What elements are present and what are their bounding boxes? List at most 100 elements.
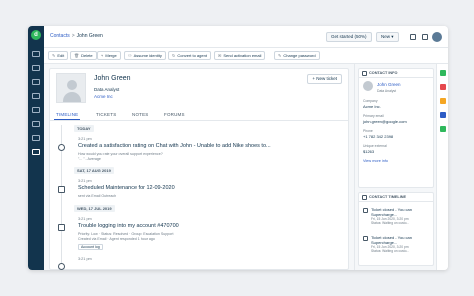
person-head-icon (67, 80, 77, 90)
day-label-today: TODAY (74, 125, 94, 132)
merge-button[interactable]: ⑂ Merge (97, 51, 121, 60)
tab-forums[interactable]: FORUMS (164, 112, 185, 117)
event-meta: Priority: Low · Status: Resolved · Group… (78, 232, 174, 236)
contact-timeline-header[interactable]: CONTACT TIMELINE (359, 193, 433, 202)
edit-icon: ✎ (52, 53, 56, 58)
convert-to-agent-button[interactable]: ↻ Convert to agent (168, 51, 211, 60)
event-meta-rating: "... " - Average (78, 157, 101, 161)
timeline-icon (362, 195, 367, 200)
ticket-closed-icon (363, 208, 368, 213)
tab-notes[interactable]: NOTES (132, 112, 149, 117)
main-panel: John Green Data Analyst Acme Inc + New t… (44, 64, 354, 270)
apps-strip (436, 64, 448, 270)
email-icon (58, 186, 65, 193)
trash-icon: 🗑 (74, 53, 80, 58)
top-bar: Contacts > John Green Get started (50%) Ne… (44, 26, 448, 48)
forums-nav-icon[interactable] (32, 107, 40, 113)
tab-tickets[interactable]: TICKETS (96, 112, 116, 117)
pencil-icon: ✎ (278, 53, 282, 58)
action-toolbar: ✎ Edit 🗑 Delete ⑂ Merge ⚇ Assume identity ↻ C… (44, 48, 448, 64)
day-label-jul: WED, 17 JUL 2019 (74, 205, 115, 212)
contact-company[interactable]: Acme Inc (94, 94, 113, 99)
contact-info-title: Data Analyst (377, 89, 397, 93)
event-meta: How would you rate your overall support … (78, 152, 163, 156)
new-button[interactable]: New ▾ (376, 32, 399, 42)
event-title[interactable]: Scheduled Maintenance for 12-09-2020 (78, 185, 175, 191)
nav-rail: d (28, 26, 44, 270)
event-time: 3:21 pm (78, 257, 92, 261)
dashboard-nav-icon[interactable] (32, 51, 40, 57)
diamond-app-icon[interactable] (440, 112, 446, 118)
rating-icon (58, 144, 65, 151)
field-label: Unique external (363, 144, 387, 148)
contact-tabs: TIMELINE TICKETS NOTES FORUMS (50, 109, 348, 121)
contact-info-name[interactable]: John Green (377, 82, 401, 87)
ticket-icon (58, 224, 65, 231)
mail-icon: ✉ (218, 53, 222, 58)
phone-app-icon[interactable] (440, 126, 446, 132)
event-meta-source: Created via Email · Agent responded 1 ho… (78, 237, 155, 241)
get-started-button[interactable]: Get started (50%) (326, 32, 372, 42)
solutions-nav-icon[interactable] (32, 93, 40, 99)
event-icon (58, 263, 65, 270)
contact-card-icon (362, 71, 367, 76)
convert-icon: ↻ (172, 53, 176, 58)
view-more-info-link[interactable]: View more info (363, 159, 388, 163)
chat-app-icon[interactable] (440, 98, 446, 104)
field-value: Acme Inc. (363, 104, 381, 109)
contact-info-header[interactable]: CONTACT INFO (359, 69, 433, 78)
day-label-aug: SAT, 17 AUG 2019 (74, 167, 114, 174)
contact-info-card: CONTACT INFO John Green Data Analyst Com… (358, 68, 434, 188)
event-time: 3:21 pm (78, 217, 92, 221)
event-time: 3:21 pm (78, 137, 92, 141)
settings-nav-icon[interactable] (32, 149, 40, 155)
contact-photo-placeholder[interactable] (56, 73, 86, 103)
field-value: $1263 (363, 149, 375, 154)
side-panel: CONTACT INFO John Green Data Analyst Com… (354, 64, 436, 270)
change-password-button[interactable]: ✎ Change password (274, 51, 320, 60)
event-title[interactable]: Trouble logging into my account #470700 (78, 223, 179, 229)
breadcrumb: Contacts > John Green (50, 33, 103, 39)
field-label: Primary email (363, 114, 384, 118)
assume-identity-button[interactable]: ⚇ Assume identity (124, 51, 166, 60)
contact-info-avatar (363, 81, 373, 91)
contact-card: John Green Data Analyst Acme Inc + New t… (49, 68, 349, 270)
user-avatar[interactable] (432, 32, 442, 42)
contact-name: John Green (94, 75, 131, 82)
field-value: john.green@google.com (363, 119, 407, 124)
app-window: d Contacts > John Green Get started (50%) … (28, 26, 448, 270)
notifications-icon[interactable] (410, 34, 416, 40)
event-time: 3:21 pm (78, 179, 92, 183)
field-label: Phone (363, 129, 373, 133)
merge-icon: ⑂ (101, 53, 104, 58)
active-tab-indicator (54, 119, 80, 120)
breadcrumb-contacts[interactable]: Contacts (50, 33, 70, 39)
new-ticket-button[interactable]: + New ticket (307, 74, 342, 84)
tab-timeline[interactable]: TIMELINE (56, 112, 78, 117)
grid-app-icon[interactable] (440, 84, 446, 90)
event-meta: sent via Email Outreach (78, 194, 117, 198)
event-tag[interactable]: Account log (78, 244, 103, 250)
apps-icon[interactable] (422, 34, 428, 40)
groups-nav-icon[interactable] (32, 135, 40, 141)
identity-icon: ⚇ (128, 53, 132, 58)
event-title[interactable]: Created a satisfaction rating on Chat wi… (78, 143, 271, 149)
breadcrumb-current: John Green (76, 33, 103, 39)
timeline-item[interactable]: Ticket closed - You can Supercharge... F… (363, 235, 433, 255)
timeline-item[interactable]: Ticket closed - You can Supercharge... F… (363, 207, 433, 227)
app-logo[interactable]: d (31, 30, 41, 40)
send-activation-email-button[interactable]: ✉ Send activation email (214, 51, 266, 60)
contacts-nav-icon[interactable] (32, 79, 40, 85)
whatsapp-app-icon[interactable] (440, 70, 446, 76)
person-body-icon (63, 92, 81, 102)
tickets-nav-icon[interactable] (32, 65, 40, 71)
edit-button[interactable]: ✎ Edit (48, 51, 69, 60)
ticket-closed-icon (363, 236, 368, 241)
reports-nav-icon[interactable] (32, 121, 40, 127)
field-value: +1 782 342 2398 (363, 134, 394, 139)
breadcrumb-separator: > (71, 33, 75, 39)
delete-button[interactable]: 🗑 Delete (70, 51, 97, 60)
contact-timeline-card: CONTACT TIMELINE Ticket closed - You can… (358, 192, 434, 266)
contact-title: Data Analyst (94, 87, 120, 92)
field-label: Company (363, 99, 378, 103)
